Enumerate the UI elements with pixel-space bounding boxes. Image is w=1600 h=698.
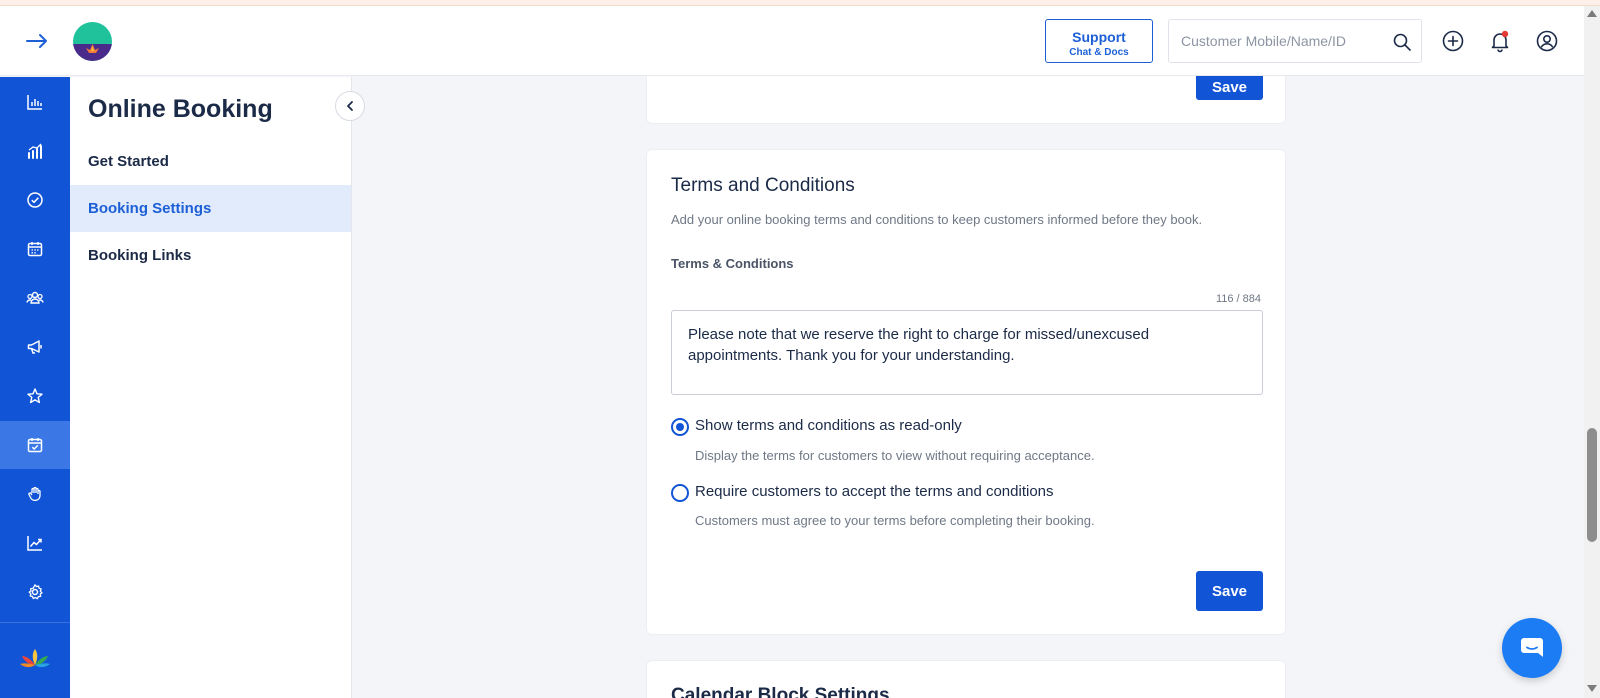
notification-bell-icon[interactable] xyxy=(1488,29,1512,53)
chevron-left-icon xyxy=(347,101,353,111)
subnav-item-booking-settings[interactable]: Booking Settings xyxy=(70,185,351,232)
chat-bubble-icon xyxy=(1521,638,1543,657)
collapse-sidebar-button[interactable] xyxy=(335,91,365,121)
nav-clients[interactable] xyxy=(0,274,70,322)
terms-conditions-card: Terms and Conditions Add your online boo… xyxy=(646,149,1286,635)
support-sublabel: Chat & Docs xyxy=(1069,47,1129,58)
radio-read-only-label[interactable]: Show terms and conditions as read-only xyxy=(695,417,962,434)
radio-require-accept-label[interactable]: Require customers to accept the terms an… xyxy=(695,483,1054,500)
star-icon xyxy=(27,388,43,404)
customer-search-box xyxy=(1168,19,1422,63)
search-icon[interactable] xyxy=(1392,32,1412,52)
subnav-title: Online Booking xyxy=(88,95,273,123)
nav-divider xyxy=(0,622,70,623)
app-logo[interactable] xyxy=(73,22,112,61)
scroll-down-arrow-icon[interactable] xyxy=(1587,685,1597,692)
radio-read-only-help: Display the terms for customers to view … xyxy=(695,448,1095,463)
nav-calendar[interactable] xyxy=(0,225,70,273)
clients-icon xyxy=(26,291,44,304)
nav-online-booking[interactable] xyxy=(0,421,70,469)
nav-reviews[interactable] xyxy=(0,372,70,420)
nav-settings[interactable] xyxy=(0,568,70,616)
add-circle-icon[interactable] xyxy=(1441,29,1465,53)
bar-chart-icon xyxy=(27,95,42,110)
previous-settings-card: Save xyxy=(646,76,1286,124)
nav-reports[interactable] xyxy=(0,519,70,567)
customer-search-input[interactable] xyxy=(1181,31,1381,51)
megaphone-icon xyxy=(27,340,42,354)
support-label: Support xyxy=(1072,29,1126,45)
online-booking-subnav: Online Booking Get Started Booking Setti… xyxy=(70,77,352,698)
subnav-item-label: Booking Links xyxy=(88,247,192,264)
main-nav-rail xyxy=(0,77,70,698)
scrollbar-thumb[interactable] xyxy=(1587,428,1597,542)
hand-icon xyxy=(28,486,41,502)
terms-textarea[interactable]: Please note that we reserve the right to… xyxy=(671,310,1263,395)
calendar-block-settings-card: Calendar Block Settings xyxy=(646,660,1286,698)
radio-require-accept-help: Customers must agree to your terms befor… xyxy=(695,513,1095,528)
subnav-item-booking-links[interactable]: Booking Links xyxy=(70,232,351,279)
gear-icon xyxy=(28,584,43,600)
subnav-item-label: Get Started xyxy=(88,153,169,170)
expand-arrow-icon[interactable] xyxy=(24,28,52,54)
calendar-icon xyxy=(27,242,43,257)
nav-marketing[interactable] xyxy=(0,323,70,371)
check-circle-icon xyxy=(27,192,43,208)
save-button[interactable]: Save xyxy=(1196,571,1263,611)
nav-tasks[interactable] xyxy=(0,176,70,224)
subnav-item-label: Booking Settings xyxy=(88,200,212,217)
terms-field-label: Terms & Conditions xyxy=(671,256,794,271)
brand-lotus-icon[interactable] xyxy=(19,647,51,669)
character-counter: 116 / 884 xyxy=(1215,293,1261,305)
analytics-icon xyxy=(28,143,42,159)
save-button-previous[interactable]: Save xyxy=(1196,76,1263,100)
section-description: Add your online booking terms and condit… xyxy=(671,212,1203,227)
subnav-item-get-started[interactable]: Get Started xyxy=(70,138,351,185)
nav-dashboard[interactable] xyxy=(0,78,70,126)
page-scrollbar[interactable] xyxy=(1584,6,1600,698)
calendar-check-icon xyxy=(27,438,43,453)
trend-icon xyxy=(27,536,42,551)
scroll-up-arrow-icon[interactable] xyxy=(1587,10,1597,17)
support-button[interactable]: Support Chat & Docs xyxy=(1045,19,1153,63)
section-title: Terms and Conditions xyxy=(671,175,855,196)
user-profile-icon[interactable] xyxy=(1535,29,1559,53)
section-title: Calendar Block Settings xyxy=(671,685,890,698)
radio-require-accept[interactable] xyxy=(671,484,689,502)
nav-analytics[interactable] xyxy=(0,127,70,175)
radio-read-only[interactable] xyxy=(671,418,689,436)
top-header: Support Chat & Docs xyxy=(0,6,1584,76)
chat-support-button[interactable] xyxy=(1502,618,1562,678)
nav-loyalty[interactable] xyxy=(0,470,70,518)
